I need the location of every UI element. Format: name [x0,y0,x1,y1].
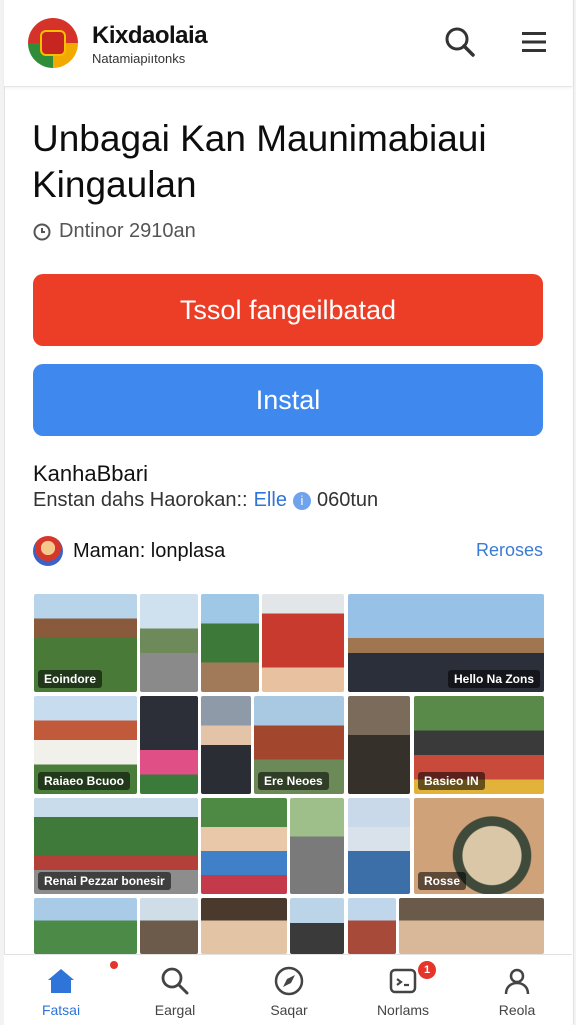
brand-subtitle: Natamiapiıtonks [92,51,186,66]
nav-label: Saqar [270,1002,308,1018]
info-icon: i [292,491,311,510]
gallery-tile[interactable] [290,898,344,954]
gallery-tile[interactable] [262,594,344,692]
gallery-tile[interactable]: Eoindore [34,594,137,692]
section-info-line: Enstan dahs Haorokan:: Elle i 060tun [33,489,378,512]
notification-dot [110,961,118,969]
meta-text: Dntinor 2910an [59,220,196,242]
search-icon [161,967,189,995]
gallery-tile[interactable] [399,898,544,954]
bottom-nav: Fatsai Eargal Saqar 1 Norlams Reola [4,954,572,1025]
gallery-tile[interactable]: Hello Na Zons [348,594,544,692]
gallery-tile[interactable] [348,898,396,954]
gallery-tile[interactable] [140,594,198,692]
nav-item-search[interactable]: Eargal [118,955,232,1025]
gallery-tile[interactable] [140,898,198,954]
gallery-tile[interactable]: Basieo IN [414,696,544,794]
clock-icon [33,223,51,240]
gallery-tile[interactable] [201,798,287,894]
nav-label: Norlams [376,1002,430,1018]
section-info-link[interactable]: Elle [254,489,287,512]
section-info-count: 060tun [316,489,379,511]
brand-name: Kixdaolaia [92,22,208,49]
gallery-tile[interactable] [348,696,410,794]
home-icon [48,969,74,993]
notification-icon [389,968,417,994]
nav-item-home[interactable]: Fatsai [4,955,118,1025]
gallery-caption: Hello Na Zons [447,670,540,688]
nav-item-profile[interactable]: Reola [460,955,574,1025]
menu-icon[interactable] [516,24,552,60]
gallery-caption: Ere Neoes [258,772,329,790]
gallery-tile[interactable] [201,594,259,692]
photo-gallery: Eoindore Hello Na Zons Raiaeo Bcuoo Ere … [34,594,544,954]
gallery-tile[interactable] [201,898,287,954]
gallery-tile[interactable]: Renai Pezzar bonesir [34,798,198,894]
app-logo[interactable] [28,18,78,68]
compass-icon [274,966,304,996]
gallery-tile[interactable] [290,798,344,894]
gallery-tile[interactable]: Ere Neoes [254,696,344,794]
gallery-tile[interactable] [140,696,198,794]
gallery-tile[interactable] [348,798,410,894]
primary-action-button[interactable]: Tssol fangeilbatad [33,274,543,346]
nav-item-explore[interactable]: Saqar [232,955,346,1025]
section-title: KanhaBbari [33,461,148,486]
profile-icon [504,968,530,995]
app-header: Kixdaolaia Natamiapiıtonks [4,0,572,87]
notification-badge: 1 [418,961,436,979]
user-row: Maman: lonplasa Reroses [33,534,543,568]
gallery-tile[interactable]: Rosse [414,798,544,894]
gallery-tile[interactable] [201,696,251,794]
section-info-text: Enstan dahs Haorokan:: [33,489,248,511]
gallery-tile[interactable]: Raiaeo Bcuoo [34,696,137,794]
gallery-caption: Basieo IN [418,772,485,790]
gallery-tile[interactable] [34,898,137,954]
gallery-caption: Eoindore [38,670,103,688]
post-meta: Dntinor 2910an [33,220,196,243]
nav-label: Reola [498,1002,536,1018]
page-title: Unbagai Kan Maunimabiaui Kingaulan [32,118,487,205]
nav-label: Fatsai [41,1002,81,1018]
nav-label: Eargal [154,1002,196,1018]
install-button[interactable]: Instal [33,364,543,436]
search-icon[interactable] [442,24,478,60]
avatar[interactable] [33,536,63,566]
reroses-link[interactable]: Reroses [476,540,543,561]
gallery-caption: Rosse [418,872,467,890]
user-name[interactable]: Maman: lonplasa [73,540,225,563]
nav-item-notifications[interactable]: 1 Norlams [346,955,460,1025]
gallery-caption: Renai Pezzar bonesir [38,872,171,890]
gallery-caption: Raiaeo Bcuoo [38,772,131,790]
